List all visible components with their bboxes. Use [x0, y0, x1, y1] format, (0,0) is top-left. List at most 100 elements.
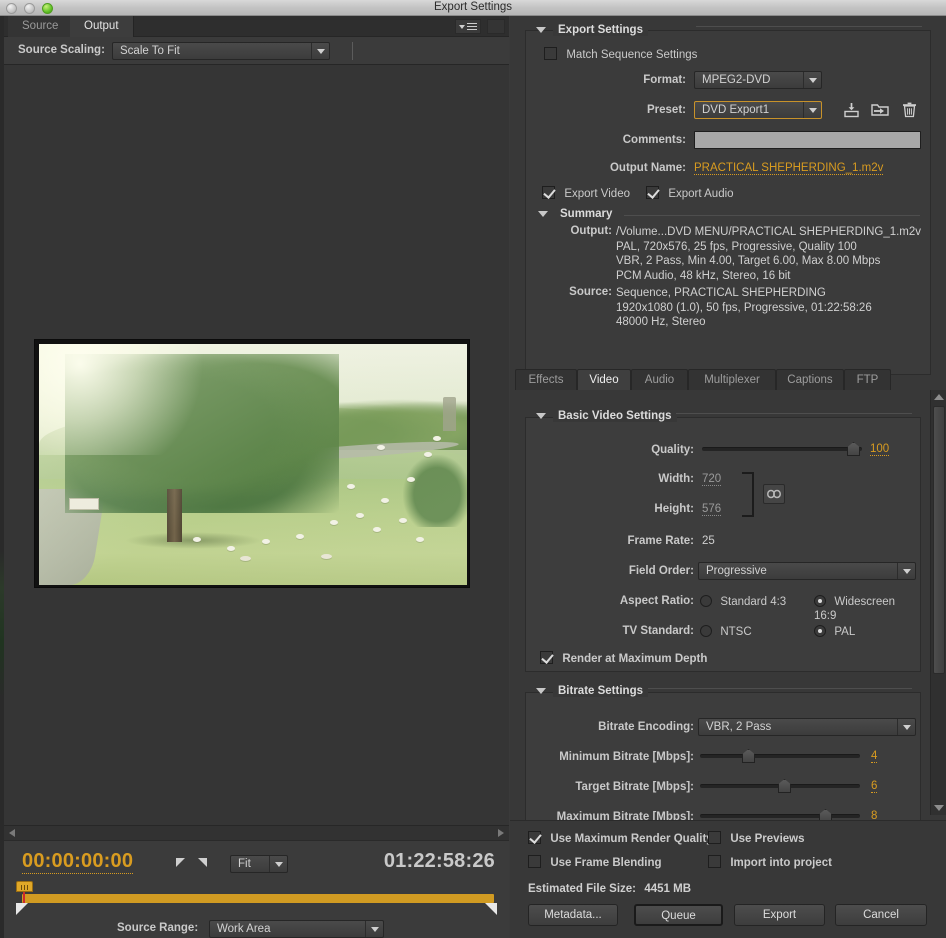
- export-video-checkbox[interactable]: [542, 186, 555, 199]
- preview-horizontal-scrollbar[interactable]: [4, 825, 509, 840]
- aspect-widescreen-option[interactable]: Widescreen 16:9: [814, 594, 920, 622]
- bitrate-header[interactable]: Bitrate Settings: [536, 685, 648, 697]
- import-into-project-row[interactable]: Import into project: [708, 855, 832, 869]
- tv-pal-radio[interactable]: [814, 625, 826, 637]
- use-max-render-quality-label: Use Maximum Render Quality: [550, 833, 712, 845]
- target-bitrate-slider[interactable]: [700, 779, 860, 793]
- tv-ntsc-option[interactable]: NTSC: [700, 624, 752, 638]
- aspect-standard-option[interactable]: Standard 4:3: [700, 594, 786, 608]
- metadata-button[interactable]: Metadata...: [528, 904, 618, 926]
- match-sequence-row[interactable]: Match Sequence Settings: [544, 47, 697, 61]
- format-value: MPEG2-DVD: [702, 74, 770, 86]
- scroll-left-icon[interactable]: [9, 829, 15, 837]
- render-max-depth-checkbox[interactable]: [540, 651, 553, 664]
- scrollbar-thumb[interactable]: [933, 406, 945, 674]
- output-name-link[interactable]: PRACTICAL SHEPHERDING_1.m2v: [694, 162, 883, 175]
- playhead-marker[interactable]: [16, 881, 33, 896]
- source-range-select[interactable]: Work Area: [209, 920, 384, 938]
- format-select[interactable]: MPEG2-DVD: [694, 71, 822, 89]
- tab-source[interactable]: Source: [8, 16, 73, 37]
- settings-tabstrip: Effects Video Audio Multiplexer Captions…: [515, 369, 946, 390]
- set-in-point-icon[interactable]: [176, 858, 185, 867]
- render-max-depth-label: Render at Maximum Depth: [562, 653, 707, 665]
- work-area-in-handle[interactable]: [16, 903, 28, 915]
- set-out-point-icon[interactable]: [198, 858, 207, 867]
- height-value[interactable]: 576: [702, 503, 721, 516]
- basic-video-header[interactable]: Basic Video Settings: [536, 410, 677, 422]
- source-scaling-select[interactable]: Scale To Fit: [112, 42, 330, 60]
- match-sequence-checkbox[interactable]: [544, 47, 557, 60]
- min-bitrate-value[interactable]: 4: [871, 750, 877, 763]
- use-max-render-quality-checkbox[interactable]: [528, 831, 541, 844]
- tab-ftp[interactable]: FTP: [844, 369, 891, 390]
- slider-knob[interactable]: [742, 749, 755, 763]
- tv-ntsc-radio[interactable]: [700, 625, 712, 637]
- target-bitrate-value[interactable]: 6: [871, 780, 877, 793]
- zoom-level-value: Fit: [238, 858, 251, 870]
- import-preset-glyph: [871, 102, 890, 118]
- tab-audio[interactable]: Audio: [631, 369, 688, 390]
- use-frame-blending-checkbox[interactable]: [528, 855, 541, 868]
- work-area-out-handle[interactable]: [485, 903, 497, 915]
- work-area-bar[interactable]: [22, 894, 494, 903]
- slider-knob[interactable]: [819, 809, 832, 820]
- current-timecode[interactable]: 00:00:00:00: [22, 850, 133, 874]
- disclosure-triangle-icon[interactable]: [536, 688, 546, 694]
- comments-input[interactable]: [694, 131, 921, 149]
- tv-pal-option[interactable]: PAL: [814, 624, 855, 638]
- width-value[interactable]: 720: [702, 473, 721, 486]
- field-order-select[interactable]: Progressive: [698, 562, 916, 580]
- video-frame: [34, 339, 470, 588]
- zoom-level-select[interactable]: Fit: [230, 855, 288, 873]
- quality-value[interactable]: 100: [870, 443, 889, 456]
- slider-knob[interactable]: [847, 442, 860, 456]
- export-button[interactable]: Export: [734, 904, 825, 926]
- scroll-down-icon[interactable]: [934, 805, 944, 811]
- settings-vertical-scrollbar[interactable]: [930, 390, 946, 815]
- summary-title: Summary: [555, 208, 617, 220]
- use-frame-blending-row[interactable]: Use Frame Blending: [528, 855, 662, 869]
- tab-video[interactable]: Video: [577, 369, 631, 390]
- scroll-up-icon[interactable]: [934, 394, 944, 400]
- render-max-depth-row[interactable]: Render at Maximum Depth: [540, 651, 707, 665]
- panel-menu-icon[interactable]: [455, 19, 481, 34]
- queue-button[interactable]: Queue: [634, 904, 723, 926]
- bitrate-encoding-select[interactable]: VBR, 2 Pass: [698, 718, 916, 736]
- aspect-widescreen-radio[interactable]: [814, 595, 826, 607]
- use-previews-checkbox[interactable]: [708, 831, 721, 844]
- link-chain-icon[interactable]: [763, 484, 785, 504]
- summary-header[interactable]: Summary: [538, 208, 617, 220]
- disclosure-triangle-icon[interactable]: [536, 27, 546, 33]
- use-max-render-quality-row[interactable]: Use Maximum Render Quality: [528, 831, 713, 845]
- cancel-button[interactable]: Cancel: [835, 904, 927, 926]
- slider-knob[interactable]: [778, 779, 791, 793]
- preset-select[interactable]: DVD Export1: [694, 101, 822, 119]
- use-previews-row[interactable]: Use Previews: [708, 831, 805, 845]
- tab-captions[interactable]: Captions: [776, 369, 844, 390]
- scroll-right-icon[interactable]: [498, 829, 504, 837]
- max-bitrate-value[interactable]: 8: [871, 810, 877, 820]
- format-label: Format:: [586, 74, 686, 86]
- disclosure-triangle-icon[interactable]: [536, 413, 546, 419]
- export-settings-header[interactable]: Export Settings: [536, 24, 648, 36]
- duration-timecode: 01:22:58:26: [384, 850, 495, 873]
- tab-effects[interactable]: Effects: [515, 369, 577, 390]
- disclosure-triangle-icon[interactable]: [538, 211, 548, 217]
- import-preset-icon[interactable]: [869, 100, 891, 120]
- tv-ntsc-label: NTSC: [720, 626, 751, 638]
- tab-multiplexer[interactable]: Multiplexer: [688, 369, 776, 390]
- quality-slider[interactable]: [702, 442, 862, 456]
- import-into-project-checkbox[interactable]: [708, 855, 721, 868]
- save-preset-icon[interactable]: [840, 100, 862, 120]
- export-audio-checkbox[interactable]: [646, 186, 659, 199]
- delete-preset-icon[interactable]: [898, 100, 920, 120]
- export-video-label: Export Video: [564, 188, 630, 200]
- export-audio-row[interactable]: Export Audio: [646, 186, 734, 200]
- export-video-row[interactable]: Export Video: [542, 186, 630, 200]
- aspect-standard-radio[interactable]: [700, 595, 712, 607]
- video-preview-area[interactable]: [4, 65, 509, 840]
- panel-menu-stub[interactable]: [487, 19, 505, 34]
- tab-output[interactable]: Output: [70, 16, 134, 37]
- max-bitrate-slider[interactable]: [700, 809, 860, 820]
- min-bitrate-slider[interactable]: [700, 749, 860, 763]
